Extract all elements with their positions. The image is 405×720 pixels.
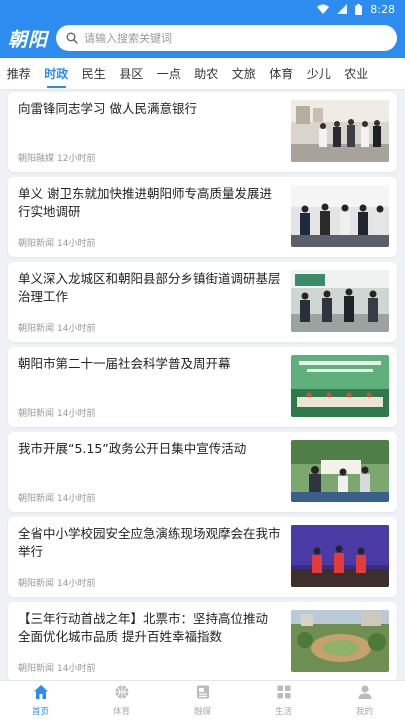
news-time: 14小时前: [57, 494, 96, 504]
tab-tiyu[interactable]: 体育: [263, 58, 301, 89]
news-thumbnail: [291, 355, 389, 417]
news-source: 朝阳新闻: [18, 579, 55, 589]
news-thumbnail: [291, 185, 389, 247]
news-meta: 朝阳新闻 14小时前: [18, 576, 283, 589]
nav-sports[interactable]: 体育: [81, 681, 162, 720]
app-logo: 朝阳: [8, 28, 49, 51]
tab-shizheng[interactable]: 时政: [38, 58, 76, 89]
news-meta: 朝阳新闻 14小时前: [18, 321, 283, 334]
news-time: 14小时前: [57, 239, 96, 249]
news-thumbnail: [291, 100, 389, 162]
news-time: 14小时前: [57, 664, 96, 674]
news-source: 朝阳新闻: [18, 239, 55, 249]
news-thumbnail: [291, 440, 389, 502]
news-time: 14小时前: [57, 579, 96, 589]
grid-icon: [276, 684, 292, 703]
battery-icon: [355, 3, 363, 15]
search-input[interactable]: [84, 31, 387, 45]
nav-label: 首页: [31, 707, 49, 717]
nav-label: 体育: [112, 707, 130, 717]
nav-label: 我的: [355, 707, 373, 717]
tab-xianqu[interactable]: 县区: [113, 58, 151, 89]
news-source: 朝阳新闻: [18, 409, 55, 419]
tab-nongye[interactable]: 农业: [338, 58, 376, 89]
nav-media[interactable]: 融媒: [162, 681, 243, 720]
news-card[interactable]: 我市开展“5.15”政务公开日集中宣传活动 朝阳新闻 14小时前: [8, 432, 397, 512]
nav-label: 生活: [274, 707, 292, 717]
app-header: 朝阳: [0, 18, 405, 58]
wifi-icon: [317, 4, 330, 14]
news-meta: 朝阳新闻 14小时前: [18, 491, 283, 504]
news-meta: 朝阳新闻 14小时前: [18, 236, 283, 249]
nav-label: 融媒: [193, 707, 211, 717]
news-thumbnail: [291, 270, 389, 332]
news-source: 朝阳新闻: [18, 324, 55, 334]
category-tabs: 推荐 时政 民生 县区 一点 助农 文旅 体育 少儿 农业: [0, 58, 405, 90]
profile-icon: [357, 684, 373, 703]
news-thumbnail: [291, 525, 389, 587]
nav-life[interactable]: 生活: [243, 681, 324, 720]
signal-icon: [337, 4, 348, 14]
news-meta: 朝阳新闻 14小时前: [18, 661, 283, 674]
basketball-icon: [114, 684, 130, 703]
news-meta: 朝阳新闻 14小时前: [18, 406, 283, 419]
news-list: 向雷锋同志学习 做人民满意银行 朝阳融媒 12小时前 单义 谢卫东就加快推进朝阳师…: [0, 90, 405, 680]
tab-tuijian[interactable]: 推荐: [0, 58, 38, 89]
tab-shaoer[interactable]: 少儿: [300, 58, 338, 89]
news-time: 14小时前: [57, 324, 96, 334]
news-meta: 朝阳融媒 12小时前: [18, 151, 283, 164]
search-bar[interactable]: [56, 25, 397, 51]
home-icon: [33, 684, 49, 703]
news-card[interactable]: 【三年行动首战之年】北票市：坚持高位推动 全面优化城市品质 提升百姓幸福指数 朝…: [8, 602, 397, 680]
nav-home[interactable]: 首页: [0, 681, 81, 720]
tab-zhunong[interactable]: 助农: [188, 58, 226, 89]
news-card[interactable]: 单义深入龙城区和朝阳县部分乡镇街道调研基层治理工作 朝阳新闻 14小时前: [8, 262, 397, 342]
news-title: 单义 谢卫东就加快推进朝阳师专高质量发展进行实地调研: [18, 186, 272, 219]
news-title: 单义深入龙城区和朝阳县部分乡镇街道调研基层治理工作: [18, 271, 281, 304]
news-card[interactable]: 单义 谢卫东就加快推进朝阳师专高质量发展进行实地调研 朝阳新闻 14小时前: [8, 177, 397, 257]
news-card[interactable]: 全省中小学校园安全应急演练现场观摩会在我市举行 朝阳新闻 14小时前: [8, 517, 397, 597]
news-title: 我市开展“5.15”政务公开日集中宣传活动: [18, 441, 247, 456]
news-title: 全省中小学校园安全应急演练现场观摩会在我市举行: [18, 526, 281, 559]
news-title: 向雷锋同志学习 做人民满意银行: [18, 101, 197, 116]
news-source: 朝阳融媒: [18, 154, 55, 164]
tab-minsheng[interactable]: 民生: [75, 58, 113, 89]
status-time: 8:28: [370, 2, 395, 16]
status-bar: 8:28: [0, 0, 405, 18]
media-icon: [195, 684, 211, 703]
news-time: 12小时前: [57, 154, 96, 164]
news-title: 朝阳市第二十一届社会科学普及周开幕: [18, 356, 231, 371]
news-time: 14小时前: [57, 409, 96, 419]
news-title: 【三年行动首战之年】北票市：坚持高位推动 全面优化城市品质 提升百姓幸福指数: [18, 611, 269, 644]
news-card[interactable]: 向雷锋同志学习 做人民满意银行 朝阳融媒 12小时前: [8, 92, 397, 172]
news-thumbnail: [291, 610, 389, 672]
news-source: 朝阳新闻: [18, 664, 55, 674]
tab-yidian[interactable]: 一点: [150, 58, 188, 89]
nav-profile[interactable]: 我的: [324, 681, 405, 720]
news-source: 朝阳新闻: [18, 494, 55, 504]
news-card[interactable]: 朝阳市第二十一届社会科学普及周开幕 朝阳新闻 14小时前: [8, 347, 397, 427]
tab-wenlv[interactable]: 文旅: [225, 58, 263, 89]
bottom-nav: 首页 体育 融媒 生活 我的: [0, 680, 405, 720]
search-icon: [66, 29, 78, 48]
